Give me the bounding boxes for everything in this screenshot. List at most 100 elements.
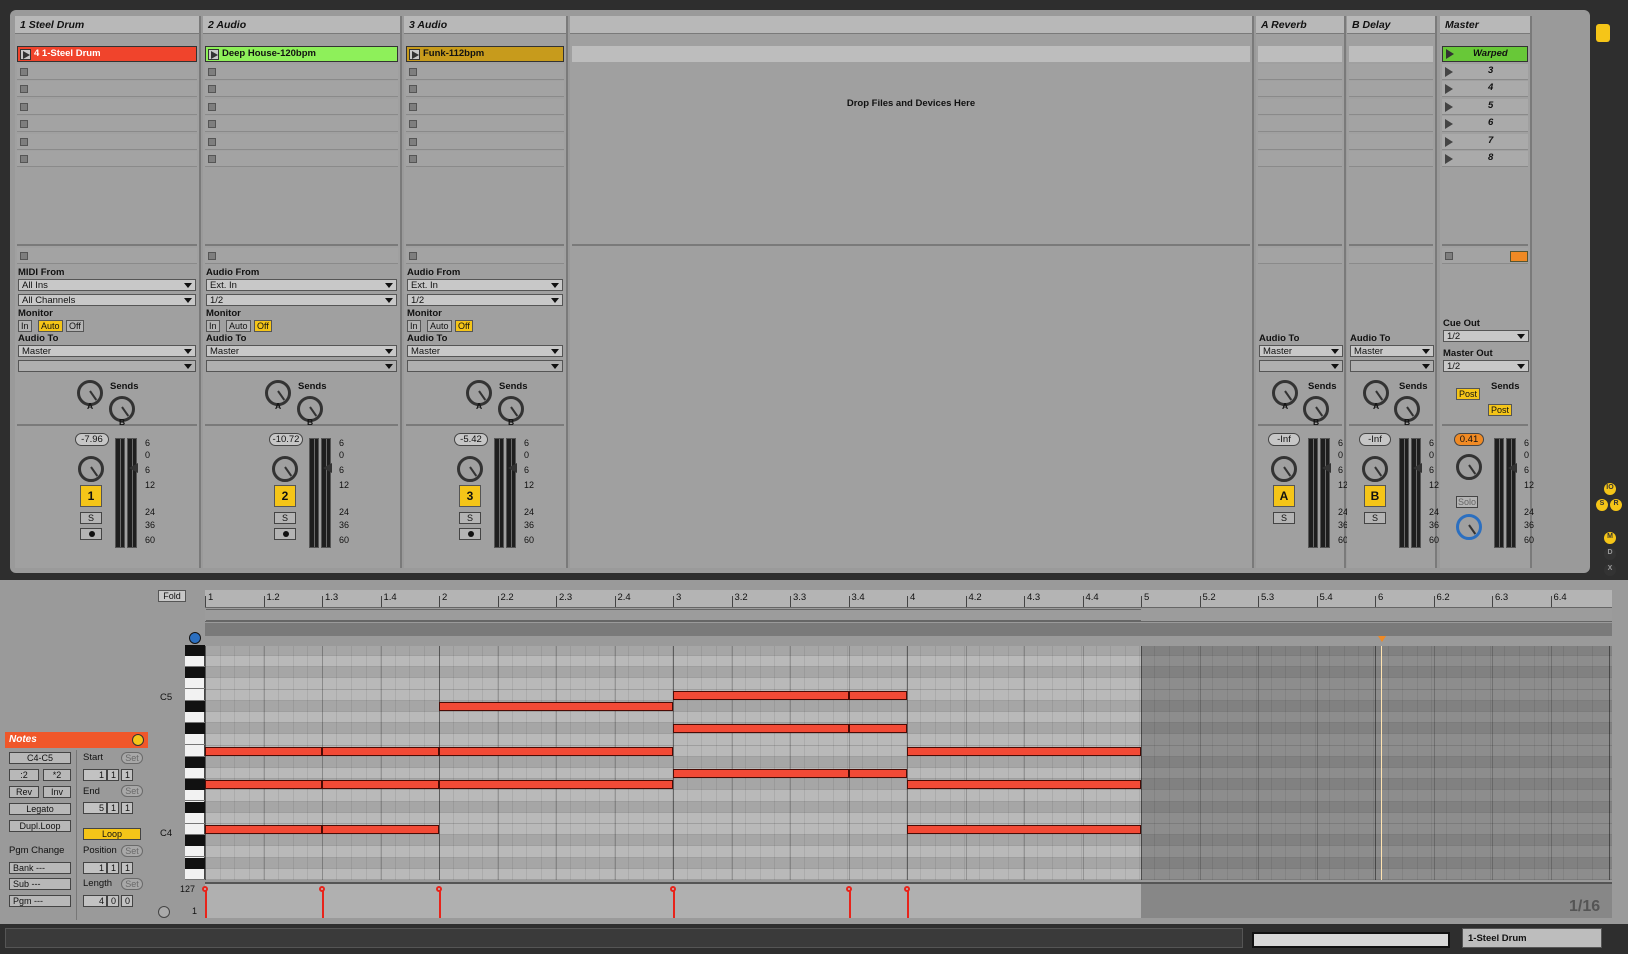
midi-note[interactable] — [907, 780, 1141, 790]
velocity-handle[interactable] — [904, 886, 910, 892]
stop-icon[interactable] — [20, 67, 28, 76]
track-title[interactable]: 1 Steel Drum — [15, 16, 199, 34]
play-icon[interactable] — [409, 49, 420, 60]
clip-slot[interactable] — [406, 151, 564, 167]
solo-button[interactable]: S — [80, 512, 102, 524]
stop-icon[interactable] — [208, 252, 216, 260]
clip-slot[interactable] — [17, 116, 197, 132]
piano-white-key[interactable] — [185, 722, 205, 723]
arm-button[interactable] — [80, 528, 102, 540]
clip-slot[interactable] — [406, 116, 564, 132]
track-title[interactable]: 3 Audio — [404, 16, 566, 34]
clip-slot[interactable] — [17, 98, 197, 115]
ruler-bar[interactable] — [205, 590, 1612, 608]
cue-out-select[interactable]: 1/2 — [1443, 330, 1529, 342]
volume-slider-icon[interactable] — [129, 463, 138, 473]
double-length-button[interactable]: *2 — [43, 769, 71, 781]
velocity-play-icon[interactable] — [158, 906, 170, 918]
io-toggle-d[interactable]: D — [1604, 548, 1616, 560]
reverse-button[interactable]: Rev — [9, 786, 39, 798]
bar-beat-field[interactable]: 1 — [107, 862, 119, 874]
input-channel-select[interactable]: All Channels — [18, 294, 196, 306]
clip-stop-button[interactable] — [205, 248, 398, 264]
midi-note[interactable] — [205, 780, 322, 790]
clip-slot[interactable] — [17, 63, 197, 80]
midi-note[interactable] — [322, 746, 439, 756]
clip-slot[interactable] — [205, 116, 398, 132]
volume-field[interactable]: -Inf — [1359, 433, 1391, 446]
input-channel-select[interactable]: 1/2 — [206, 294, 397, 306]
arm-button[interactable] — [459, 528, 481, 540]
scene-launch[interactable]: 4 — [1442, 81, 1528, 97]
duplicate-loop-button[interactable]: Dupl.Loop — [9, 820, 71, 832]
scene-play-icon[interactable] — [1445, 84, 1453, 94]
bar-beat-field[interactable]: 5 — [83, 802, 107, 814]
midi-note[interactable] — [848, 769, 907, 778]
pan-knob[interactable] — [272, 456, 298, 482]
master-pan-knob[interactable] — [1456, 454, 1482, 480]
monitor-off-button[interactable]: Off — [455, 320, 473, 332]
midi-note[interactable] — [205, 825, 322, 834]
bar-beat-field[interactable]: 4 — [83, 895, 107, 907]
audio-to-select[interactable]: Master — [407, 345, 563, 357]
clip-slot[interactable] — [205, 98, 398, 115]
clip-slot[interactable] — [17, 151, 197, 167]
bar-beat-field[interactable]: 1 — [107, 769, 119, 781]
clip-slot[interactable] — [17, 81, 197, 97]
fold-button[interactable]: Fold — [158, 590, 186, 602]
midi-note[interactable] — [439, 780, 673, 790]
set-button[interactable]: Set — [121, 785, 143, 797]
drop-zone-strip[interactable] — [572, 46, 1250, 62]
piano-black-key[interactable] — [185, 801, 205, 813]
piano-white-key[interactable] — [185, 688, 205, 690]
solo-button[interactable]: S — [459, 512, 481, 524]
audio-to-channel-select[interactable] — [206, 360, 397, 372]
stop-icon[interactable] — [208, 155, 216, 163]
stop-icon[interactable] — [409, 67, 417, 76]
piano-black-key[interactable] — [185, 644, 205, 656]
audio-to-select[interactable]: Master — [18, 345, 196, 357]
solo-button[interactable]: Solo — [1456, 496, 1478, 508]
stop-icon[interactable] — [208, 67, 216, 76]
midi-note[interactable] — [907, 746, 1141, 756]
velocity-handle[interactable] — [319, 886, 325, 892]
bar-beat-field[interactable]: 1 — [121, 862, 133, 874]
volume-field[interactable]: -7.96 — [75, 433, 109, 446]
volume-field[interactable]: -10.72 — [269, 433, 303, 446]
monitor-in-button[interactable]: In — [18, 320, 32, 332]
legato-button[interactable]: Legato — [9, 803, 71, 815]
volume-slider-icon[interactable] — [508, 463, 517, 473]
audio-to-channel-select[interactable] — [407, 360, 563, 372]
stop-icon[interactable] — [208, 85, 216, 93]
monitor-auto-button[interactable]: Auto — [38, 320, 63, 332]
scene-play-icon[interactable] — [1446, 49, 1454, 59]
stop-icon[interactable] — [409, 120, 417, 128]
clip-slot[interactable] — [205, 133, 398, 150]
piano-white-key[interactable] — [185, 878, 205, 880]
bar-beat-field[interactable]: 1 — [121, 802, 133, 814]
pan-knob[interactable] — [1362, 456, 1388, 482]
velocity-stem[interactable] — [439, 888, 441, 918]
clip-slot[interactable] — [406, 133, 564, 150]
stop-icon[interactable] — [409, 137, 417, 146]
velocity-handle[interactable] — [436, 886, 442, 892]
stop-icon[interactable] — [409, 102, 417, 111]
scene-launch[interactable]: 5 — [1442, 98, 1528, 115]
drop-zone[interactable]: Drop Files and Devices Here — [570, 16, 1254, 568]
midi-note[interactable] — [439, 746, 673, 756]
stop-icon[interactable] — [1445, 252, 1453, 260]
midi-note[interactable] — [205, 746, 322, 756]
clip-slot[interactable] — [406, 81, 564, 97]
track-activator-button[interactable]: 2 — [274, 485, 296, 507]
velocity-handle[interactable] — [202, 886, 208, 892]
stop-icon[interactable] — [20, 85, 28, 93]
scene-launch[interactable]: 3 — [1442, 63, 1528, 80]
set-button[interactable]: Set — [121, 878, 143, 890]
scene-play-icon[interactable] — [1445, 136, 1453, 147]
volume-slider-icon[interactable] — [1508, 463, 1517, 473]
io-toggle-io[interactable]: IO — [1604, 483, 1616, 495]
cue-toggle-icon[interactable] — [1510, 251, 1528, 262]
stop-icon[interactable] — [20, 155, 28, 163]
midi-note[interactable] — [848, 690, 907, 700]
scene-play-icon[interactable] — [1445, 154, 1453, 164]
